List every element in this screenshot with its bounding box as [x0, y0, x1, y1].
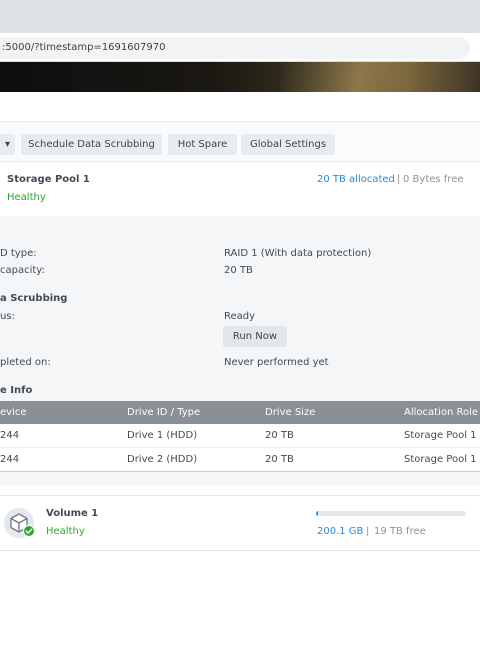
- schedule-data-scrubbing-button[interactable]: Schedule Data Scrubbing: [21, 134, 162, 155]
- chevron-down-icon: ▾: [4, 139, 11, 150]
- volume-free: 19 TB free: [374, 526, 426, 537]
- pool-free: 0 Bytes free: [403, 174, 464, 185]
- column-device[interactable]: evice: [0, 401, 27, 424]
- cell-device: 244: [0, 430, 20, 441]
- volume-used: 200.1 GB: [317, 526, 364, 537]
- storage-pool-header[interactable]: [0, 162, 480, 216]
- cell-drive-size: 20 TB: [265, 430, 294, 441]
- cell-allocation-role: Storage Pool 1: [404, 454, 477, 465]
- table-row[interactable]: 244 Drive 2 (HDD) 20 TB Storage Pool 1: [0, 448, 480, 472]
- browser-toolbar: :5000/?timestamp=1691607970: [0, 33, 480, 62]
- cell-device: 244: [0, 454, 20, 465]
- run-now-button[interactable]: Run Now: [223, 326, 287, 347]
- cell-allocation-role: Storage Pool 1: [404, 430, 477, 441]
- column-drive-id-type[interactable]: Drive ID / Type: [127, 401, 200, 424]
- capacity-value: 20 TB: [224, 265, 253, 276]
- capacity-label: capacity:: [0, 265, 45, 276]
- table-row[interactable]: 244 Drive 1 (HDD) 20 TB Storage Pool 1: [0, 424, 480, 448]
- raid-type-label: D type:: [0, 248, 37, 259]
- volume-status: Healthy: [46, 526, 85, 537]
- completed-on-label: pleted on:: [0, 357, 51, 368]
- column-drive-size[interactable]: Drive Size: [265, 401, 315, 424]
- pool-allocated: 20 TB allocated: [317, 174, 395, 185]
- volume-separator: |: [366, 526, 370, 537]
- cell-drive-id: Drive 1 (HDD): [127, 430, 198, 441]
- cell-drive-id: Drive 2 (HDD): [127, 454, 198, 465]
- action-dropdown-button[interactable]: ▾: [0, 134, 15, 155]
- drive-info-heading: e Info: [0, 385, 33, 396]
- completed-on-value: Never performed yet: [224, 357, 329, 368]
- drive-table-header: evice Drive ID / Type Drive Size Allocat…: [0, 401, 480, 424]
- pool-separator: |: [397, 174, 401, 185]
- raid-type-value: RAID 1 (With data protection): [224, 248, 372, 259]
- browser-tab-strip: [0, 0, 480, 33]
- address-bar[interactable]: :5000/?timestamp=1691607970: [0, 37, 470, 59]
- volume-usage-bar: [316, 511, 466, 516]
- volume-usage-fill: [316, 511, 318, 516]
- storage-pool-title: Storage Pool 1: [7, 174, 90, 185]
- cell-drive-size: 20 TB: [265, 454, 294, 465]
- column-allocation-role[interactable]: Allocation Role: [404, 401, 478, 424]
- data-scrubbing-heading: a Scrubbing: [0, 293, 68, 304]
- global-settings-button[interactable]: Global Settings: [241, 134, 335, 155]
- hot-spare-button[interactable]: Hot Spare: [168, 134, 237, 155]
- volume-row[interactable]: [0, 495, 480, 551]
- check-icon: [23, 525, 35, 537]
- banner-light-beam: [280, 62, 480, 92]
- scrubbing-status-label: us:: [0, 311, 15, 322]
- storage-pool-status: Healthy: [7, 192, 46, 203]
- scrubbing-status-value: Ready: [224, 311, 256, 322]
- volume-title: Volume 1: [46, 508, 99, 519]
- title-bar: [0, 92, 480, 122]
- storage-toolbar: ▾ Schedule Data Scrubbing Hot Spare Glob…: [0, 122, 480, 162]
